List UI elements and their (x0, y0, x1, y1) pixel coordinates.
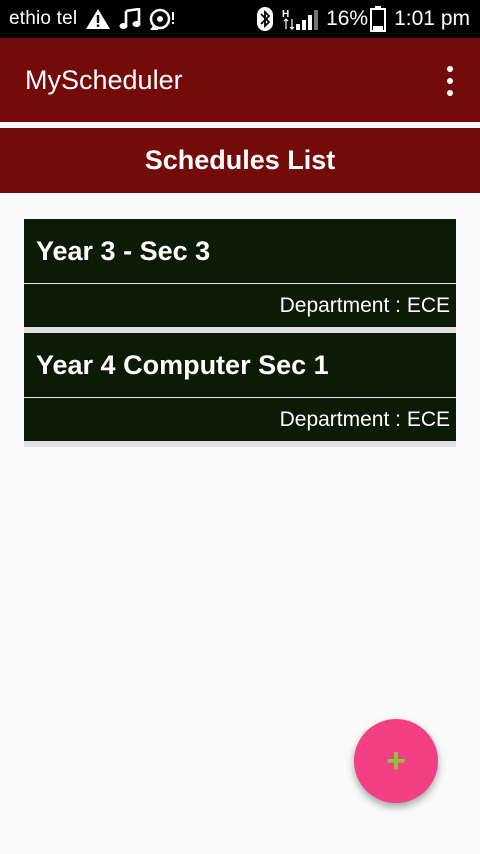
schedule-card[interactable]: Year 4 Computer Sec 1 Department : ECE (24, 333, 456, 447)
signal-icon: H (282, 7, 319, 31)
music-icon (119, 8, 141, 30)
more-vertical-icon[interactable] (442, 66, 458, 96)
overflow-dot (447, 78, 453, 84)
app-title: MyScheduler (25, 64, 183, 95)
overflow-dot (447, 90, 453, 96)
add-schedule-button[interactable]: + (354, 719, 438, 803)
status-bar: ethio tel H 16% 1:01 pm (0, 0, 480, 38)
section-title: Schedules List (144, 145, 336, 175)
sync-icon (149, 8, 177, 30)
schedule-department: Department : ECE (279, 407, 450, 431)
clock: 1:01 pm (394, 7, 470, 30)
battery-icon (370, 6, 387, 32)
add-icon: + (386, 741, 406, 780)
schedule-card[interactable]: Year 3 - Sec 3 Department : ECE (24, 219, 456, 333)
status-left: ethio tel (9, 8, 177, 30)
overflow-dot (447, 66, 453, 72)
app-bar: MyScheduler (0, 38, 480, 122)
section-header: Schedules List (0, 128, 480, 193)
schedule-list: Year 3 - Sec 3 Department : ECE Year 4 C… (24, 219, 456, 447)
status-right: H 16% 1:01 pm (248, 6, 470, 32)
carrier-name: ethio tel (9, 8, 78, 29)
battery-percent: 16% (326, 7, 369, 30)
network-type-label: H (282, 9, 289, 20)
warning-icon (85, 8, 111, 30)
bluetooth-icon (256, 7, 274, 31)
schedule-title: Year 3 - Sec 3 (24, 219, 456, 284)
schedule-title: Year 4 Computer Sec 1 (24, 333, 456, 398)
schedule-department: Department : ECE (279, 293, 450, 317)
